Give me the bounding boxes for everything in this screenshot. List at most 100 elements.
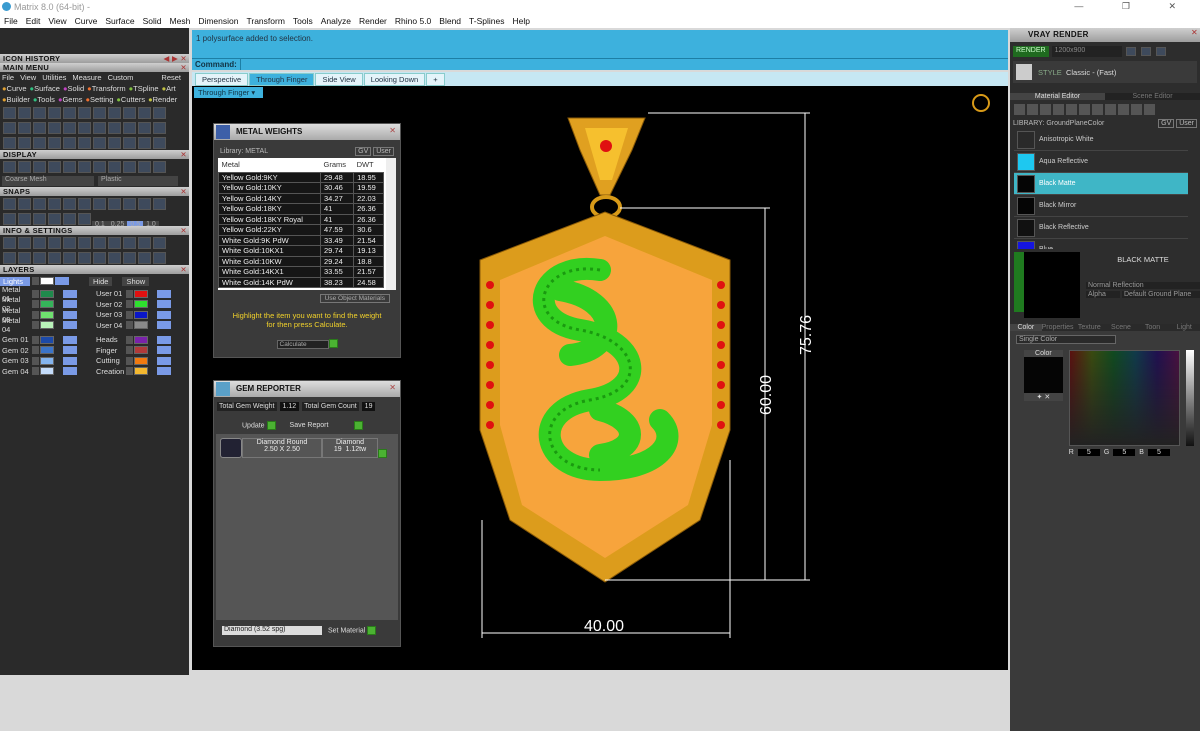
tab-perspective[interactable]: Perspective (195, 73, 249, 86)
tool-icon[interactable] (138, 161, 151, 173)
tool-icon[interactable] (123, 237, 136, 249)
tool-icon[interactable] (78, 252, 91, 264)
layer-visibility-toggle[interactable] (157, 346, 171, 355)
layer-expand[interactable] (32, 346, 39, 355)
tool-icon[interactable] (63, 237, 76, 249)
gem-go-icon[interactable] (378, 449, 387, 458)
tool-icon[interactable] (3, 122, 16, 134)
layer-visibility-toggle[interactable] (157, 310, 171, 319)
menu-item[interactable]: Help (512, 16, 529, 26)
material-tool-icons[interactable] (1086, 267, 1200, 280)
snap-tool-icon[interactable] (78, 213, 91, 225)
menu-item[interactable]: Mesh (170, 16, 191, 26)
tool-icon[interactable] (78, 161, 91, 173)
category-item[interactable]: ●Surface (30, 84, 60, 93)
snap-icons[interactable]: 0.1 0.25 0.5 1.0 (0, 211, 189, 226)
menu-item[interactable]: Curve (75, 16, 98, 26)
table-row[interactable]: Yellow Gold:10KY 30.46 19.59 (218, 182, 384, 194)
menu-item[interactable]: T-Splines (469, 16, 504, 26)
preview-toggle[interactable] (1014, 252, 1024, 312)
tool-icon[interactable] (93, 252, 106, 264)
tool-icon[interactable] (33, 198, 46, 210)
tool-icon[interactable] (153, 198, 166, 210)
gv-toggle[interactable]: GV (355, 147, 372, 156)
tool-icon[interactable] (18, 161, 31, 173)
tool-icon[interactable] (78, 237, 91, 249)
alpha-toggle[interactable]: Alpha (1086, 291, 1120, 298)
layer-expand[interactable] (32, 310, 39, 319)
calculate-button[interactable]: Calculate (276, 340, 329, 349)
layer-row[interactable]: Heads (94, 335, 171, 346)
layer-expand[interactable] (126, 356, 133, 365)
ring-icon[interactable] (972, 94, 990, 112)
menu-item[interactable]: Surface (105, 16, 134, 26)
layer-color[interactable] (134, 335, 148, 344)
layer-color[interactable] (134, 289, 148, 298)
tool-icon[interactable] (138, 137, 151, 149)
tool-icon[interactable] (33, 161, 46, 173)
info-icons[interactable] (0, 235, 189, 250)
layer-visibility-toggle[interactable] (63, 310, 77, 319)
tool-icon[interactable] (78, 198, 91, 210)
main-menu-item[interactable]: View (20, 73, 36, 82)
gv-toggle[interactable]: GV (1158, 119, 1175, 128)
tool-icon[interactable] (33, 137, 46, 149)
layer-visibility-toggle[interactable] (63, 300, 77, 309)
category-item[interactable]: ●Builder (2, 95, 30, 104)
tool-icon[interactable] (93, 161, 106, 173)
table-row[interactable]: White Gold:9K PdW 33.49 21.54 (218, 234, 384, 246)
layer-color[interactable] (40, 310, 54, 319)
table-row[interactable]: White Gold:14KX1 33.55 21.57 (218, 266, 384, 278)
snap-tool-icon[interactable] (48, 213, 61, 225)
brightness-slider[interactable] (1186, 350, 1194, 446)
layer-row[interactable]: Metal 04 (0, 316, 94, 334)
tool-icon[interactable] (48, 198, 61, 210)
material-item[interactable]: Anisotropic White (1014, 129, 1188, 151)
table-row[interactable]: White Gold:14K PdW 38.23 24.58 (218, 276, 384, 288)
tab-scene-editor[interactable]: Scene Editor (1105, 93, 1200, 100)
g-input[interactable]: 5 (1113, 449, 1136, 456)
main-menu-item[interactable]: Custom (108, 73, 134, 82)
use-object-materials-toggle[interactable]: Use Object Materials (319, 294, 390, 303)
reset-button[interactable]: Reset (161, 73, 181, 82)
menu-item[interactable]: Rhino 5.0 (395, 16, 431, 26)
layer-color[interactable] (40, 335, 54, 344)
layer-visibility-toggle[interactable] (63, 367, 77, 376)
snap-tool-icon[interactable] (3, 213, 16, 225)
layer-row[interactable]: Finger (94, 345, 171, 356)
layer-visibility-toggle[interactable] (157, 356, 171, 365)
layer-color[interactable] (40, 367, 54, 376)
layer-visibility-toggle[interactable] (157, 335, 171, 344)
layer-color[interactable] (134, 367, 148, 376)
ground-plane-select[interactable]: Default Ground Plane (1122, 291, 1200, 298)
close-icon[interactable]: ✕ (180, 63, 187, 72)
tool-icon[interactable] (18, 252, 31, 264)
category-item[interactable]: ●Transform (87, 84, 125, 93)
tab-through-finger[interactable]: Through Finger (249, 73, 315, 86)
tool-icon[interactable] (108, 161, 121, 173)
tab-properties[interactable]: Properties (1041, 324, 1074, 331)
tab-looking-down[interactable]: Looking Down (363, 73, 426, 86)
menu-item[interactable]: Analyze (321, 16, 351, 26)
tool-icon[interactable] (1014, 104, 1025, 115)
table-row[interactable]: Yellow Gold:18KY Royal 41 26.36 (218, 213, 384, 225)
tool-icon[interactable] (153, 137, 166, 149)
tool-icon[interactable] (108, 137, 121, 149)
tool-icon[interactable] (63, 161, 76, 173)
table-row[interactable]: Yellow Gold:18KY 41 26.36 (218, 203, 384, 215)
layer-visibility-toggle[interactable] (63, 346, 77, 355)
tool-icon[interactable] (93, 137, 106, 149)
layer-visibility-toggle[interactable] (157, 289, 171, 298)
tool-icon[interactable] (63, 252, 76, 264)
layer-visibility-toggle[interactable] (157, 321, 171, 330)
tool-icon[interactable] (1066, 104, 1077, 115)
layer-expand[interactable] (126, 346, 133, 355)
main-menu-item[interactable]: Utilities (42, 73, 66, 82)
tool-icon[interactable] (1092, 104, 1103, 115)
layer-row[interactable]: User 04 (94, 320, 171, 331)
tool-icon[interactable] (123, 161, 136, 173)
layer-color[interactable] (40, 300, 54, 309)
tool-icon[interactable] (1040, 104, 1051, 115)
layer-row[interactable]: Gem 02 (0, 345, 94, 356)
category-item[interactable]: ●Setting (85, 95, 113, 104)
